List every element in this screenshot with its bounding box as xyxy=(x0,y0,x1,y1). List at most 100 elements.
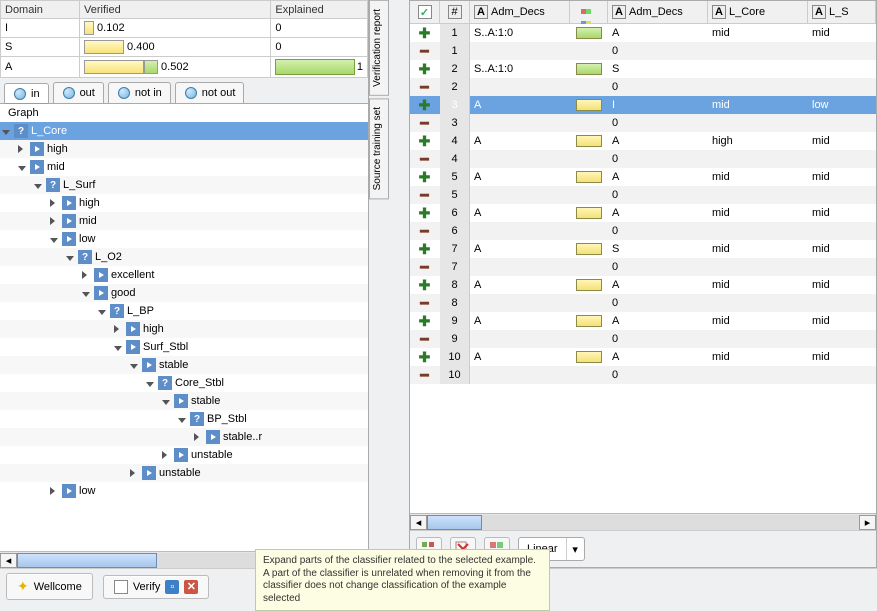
table-row[interactable]: ✚1S..A:1:0Amidmid xyxy=(410,24,876,42)
table-row[interactable]: ✚6AAmidmid xyxy=(410,204,876,222)
data-table-body[interactable]: ✚1S..A:1:0Amidmid━10✚2S..A:1:0S━20✚3AImi… xyxy=(410,24,876,513)
scroll-left-icon[interactable]: ◂ xyxy=(410,515,427,530)
col-color[interactable] xyxy=(570,1,608,23)
table-row[interactable]: ✚4AAhighmid xyxy=(410,132,876,150)
table-row[interactable]: ━80 xyxy=(410,294,876,312)
tree-node[interactable]: Surf_Stbl xyxy=(0,338,368,356)
table-row[interactable]: ✚9AAmidmid xyxy=(410,312,876,330)
tree-node-label: stable xyxy=(159,359,188,371)
tree-node[interactable]: ?Core_Stbl xyxy=(0,374,368,392)
col-index[interactable]: # xyxy=(440,1,470,23)
tree-node[interactable]: ?L_BP xyxy=(0,302,368,320)
expand-icon[interactable] xyxy=(50,198,60,208)
tree-node[interactable]: mid xyxy=(0,158,368,176)
table-row[interactable]: ━40 xyxy=(410,150,876,168)
tree-node[interactable]: stable xyxy=(0,392,368,410)
expand-icon[interactable] xyxy=(98,306,108,316)
expand-icon[interactable] xyxy=(50,234,60,244)
vtab-source-training-set[interactable]: Source training set xyxy=(369,98,389,199)
tree-node[interactable]: stable..r xyxy=(0,428,368,446)
table-row[interactable]: ━10 xyxy=(410,42,876,60)
question-icon: ? xyxy=(14,124,28,138)
expand-icon[interactable] xyxy=(162,450,172,460)
classifier-tree[interactable]: ?L_Corehighmid?L_Surfhighmidlow?L_O2exce… xyxy=(0,122,368,551)
domain-row[interactable]: S0.4000 xyxy=(1,38,368,57)
expand-icon[interactable] xyxy=(66,252,76,262)
tree-node[interactable]: unstable xyxy=(0,446,368,464)
table-row[interactable]: ✚5AAmidmid xyxy=(410,168,876,186)
table-row[interactable]: ━60 xyxy=(410,222,876,240)
tree-node[interactable]: high xyxy=(0,194,368,212)
domain-row[interactable]: A0.5021 xyxy=(1,57,368,78)
scroll-left-icon[interactable]: ◂ xyxy=(0,553,17,568)
question-icon: ? xyxy=(158,376,172,390)
col-l-s[interactable]: AL_S xyxy=(808,1,876,23)
table-row[interactable]: ━50 xyxy=(410,186,876,204)
table-row[interactable]: ✚2S..A:1:0S xyxy=(410,60,876,78)
color-swatch xyxy=(576,243,602,255)
expand-icon[interactable] xyxy=(178,414,188,424)
domain-col-header[interactable]: Domain xyxy=(1,1,80,19)
scroll-right-icon[interactable]: ▸ xyxy=(859,515,876,530)
expand-icon[interactable] xyxy=(50,486,60,496)
tree-node[interactable]: excellent xyxy=(0,266,368,284)
table-row[interactable]: ✚3AImidlow xyxy=(410,96,876,114)
table-hscroll[interactable]: ◂ ▸ xyxy=(410,513,876,530)
verified-col-header[interactable]: Verified xyxy=(80,1,271,19)
col-check[interactable]: ✓ xyxy=(410,1,440,23)
scroll-thumb[interactable] xyxy=(427,515,482,530)
tree-node[interactable]: good xyxy=(0,284,368,302)
filter-tab-not-in[interactable]: not in xyxy=(108,82,171,103)
table-row[interactable]: ✚10AAmidmid xyxy=(410,348,876,366)
expand-icon[interactable] xyxy=(34,180,44,190)
filter-tab-in[interactable]: in xyxy=(4,83,49,104)
table-row[interactable]: ━100 xyxy=(410,366,876,384)
expand-icon[interactable] xyxy=(130,468,140,478)
wellcome-tab[interactable]: ✦ Wellcome xyxy=(6,573,93,600)
verify-tab[interactable]: Verify ▫ ✕ xyxy=(103,575,210,599)
filter-tab-not-out[interactable]: not out xyxy=(175,82,245,103)
expand-icon[interactable] xyxy=(162,396,172,406)
expand-icon[interactable] xyxy=(2,126,12,136)
tree-node[interactable]: ?L_Core xyxy=(0,122,368,140)
table-row[interactable]: ━30 xyxy=(410,114,876,132)
expand-icon[interactable] xyxy=(18,162,28,172)
table-row[interactable]: ━20 xyxy=(410,78,876,96)
tree-node[interactable]: high xyxy=(0,320,368,338)
tree-node[interactable]: ?BP_Stbl xyxy=(0,410,368,428)
expand-icon[interactable] xyxy=(146,378,156,388)
table-row[interactable]: ✚8AAmidmid xyxy=(410,276,876,294)
expand-icon[interactable] xyxy=(50,216,60,226)
tree-node[interactable]: low xyxy=(0,230,368,248)
expand-icon[interactable] xyxy=(18,144,28,154)
chevron-down-icon[interactable]: ▾ xyxy=(566,538,584,560)
table-row[interactable]: ✚7ASmidmid xyxy=(410,240,876,258)
table-row[interactable]: ━70 xyxy=(410,258,876,276)
tree-node[interactable]: stable xyxy=(0,356,368,374)
expand-icon[interactable] xyxy=(82,270,92,280)
tree-node[interactable]: ?L_O2 xyxy=(0,248,368,266)
expand-icon[interactable] xyxy=(130,360,140,370)
table-row[interactable]: ━90 xyxy=(410,330,876,348)
arrow-icon xyxy=(126,322,140,336)
scroll-thumb[interactable] xyxy=(17,553,157,568)
expand-icon[interactable] xyxy=(114,324,124,334)
col-adm-decs-2[interactable]: AAdm_Decs xyxy=(608,1,708,23)
filter-tab-out[interactable]: out xyxy=(53,82,104,103)
maximize-icon[interactable]: ▫ xyxy=(165,580,179,594)
close-icon[interactable]: ✕ xyxy=(184,580,198,594)
tree-node[interactable]: low xyxy=(0,482,368,500)
vtab-verification-report[interactable]: Verification report xyxy=(369,0,389,96)
tree-node[interactable]: mid xyxy=(0,212,368,230)
expand-icon[interactable] xyxy=(194,432,204,442)
explained-col-header[interactable]: Explained xyxy=(271,1,368,19)
col-l-core[interactable]: AL_Core xyxy=(708,1,808,23)
expand-icon[interactable] xyxy=(114,342,124,352)
expand-icon[interactable] xyxy=(82,288,92,298)
plus-icon: ✚ xyxy=(419,172,431,182)
tree-node[interactable]: high xyxy=(0,140,368,158)
tree-node[interactable]: ?L_Surf xyxy=(0,176,368,194)
tree-node[interactable]: unstable xyxy=(0,464,368,482)
col-adm-decs-1[interactable]: AAdm_Decs xyxy=(470,1,570,23)
domain-row[interactable]: I0.1020 xyxy=(1,19,368,38)
